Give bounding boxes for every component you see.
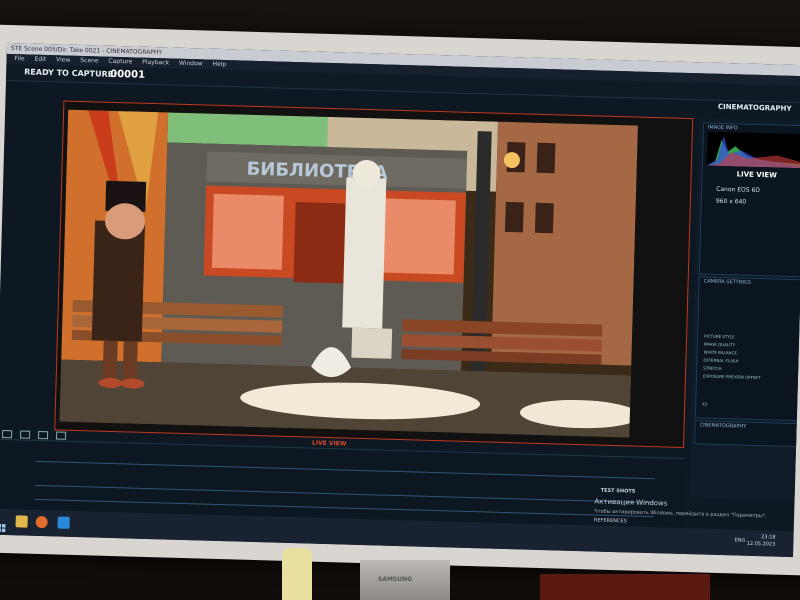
timeline-track [34, 484, 655, 504]
cinematography-label: CINEMATOGRAPHY [699, 422, 747, 430]
live-view-label: LIVE VIEW [311, 439, 347, 448]
test-shots-label[interactable]: TEST SHOTS [601, 488, 636, 495]
zoom-x1[interactable]: X1 [702, 401, 707, 406]
clock-date: 12.05.2023 [746, 540, 776, 548]
references-label[interactable]: REFERENCES [594, 518, 627, 525]
cinematography-box: CINEMATOGRAPHY [694, 420, 799, 448]
menu-file[interactable]: File [14, 55, 24, 62]
live-view-frame[interactable]: БИБЛИОТЕКА [54, 100, 694, 448]
camera-settings-box: CAMERA SETTINGS PICTURE STYLE IMAGE QUAL… [694, 276, 800, 422]
firefox-icon[interactable] [35, 515, 48, 529]
capture-status: READY TO CAPTURE: [24, 67, 117, 79]
monitor-screen: STE Scene 005/Dir. Take 0021 - CINEMATOG… [0, 42, 800, 558]
menu-scene[interactable]: Scene [80, 57, 98, 65]
language-indicator[interactable]: ENG [735, 537, 746, 543]
system-clock[interactable]: 23:18 12.05.2023 [747, 534, 776, 549]
histogram [706, 131, 800, 169]
image-info-box: IMAGE INFO LIVE VIEW Canon EOS 6D 960 x … [698, 122, 800, 278]
camera-settings-label: CAMERA SETTINGS [703, 278, 751, 286]
setting-image-quality[interactable]: IMAGE QUALITY [704, 342, 735, 348]
frame-icon[interactable] [38, 430, 49, 440]
monitor-stand: SAMSUNG [360, 560, 450, 600]
setting-white-balance[interactable]: WHITE BALANCE [704, 350, 737, 356]
resolution: 960 x 640 [715, 197, 747, 206]
camera-model: Canon EOS 6D [716, 185, 761, 195]
setting-external-flash[interactable]: EXTERNAL FLASH [703, 357, 738, 363]
stop-motion-app-icon[interactable] [57, 516, 70, 529]
setting-exposure-offset[interactable]: EXPOSURE PREVIEW OFFSET [703, 373, 761, 380]
layout-icon[interactable] [20, 430, 31, 439]
menu-capture[interactable]: Capture [108, 58, 132, 66]
zoom-icon[interactable] [56, 431, 67, 440]
setting-picture-style[interactable]: PICTURE STYLE [704, 334, 735, 340]
histogram-plot [706, 135, 800, 169]
timeline-track [35, 460, 656, 480]
menu-edit[interactable]: Edit [34, 56, 46, 63]
file-explorer-icon[interactable] [15, 515, 28, 528]
live-view-status: LIVE VIEW [736, 170, 777, 180]
windows-start-icon[interactable] [0, 517, 6, 533]
menu-help[interactable]: Help [212, 61, 226, 68]
menu-view[interactable]: View [56, 56, 70, 63]
grid-icon[interactable] [1, 429, 13, 439]
menu-playback[interactable]: Playback [142, 59, 169, 67]
setting-stretch[interactable]: STRETCH [703, 365, 721, 371]
bottle [282, 548, 312, 600]
menu-window[interactable]: Window [179, 60, 203, 68]
monitor-brand: SAMSUNG [378, 576, 413, 583]
right-panel: IMAGE INFO LIVE VIEW Canon EOS 6D 960 x … [688, 118, 800, 502]
stop-motion-set: БИБЛИОТЕКА [59, 109, 638, 438]
frame-counter: 00001 [110, 68, 146, 81]
workspace-title: CINEMATOGRAPHY [717, 102, 792, 113]
live-view-image: БИБЛИОТЕКА [59, 109, 638, 438]
image-info-label: IMAGE INFO [707, 124, 738, 132]
desk-object [540, 574, 710, 600]
